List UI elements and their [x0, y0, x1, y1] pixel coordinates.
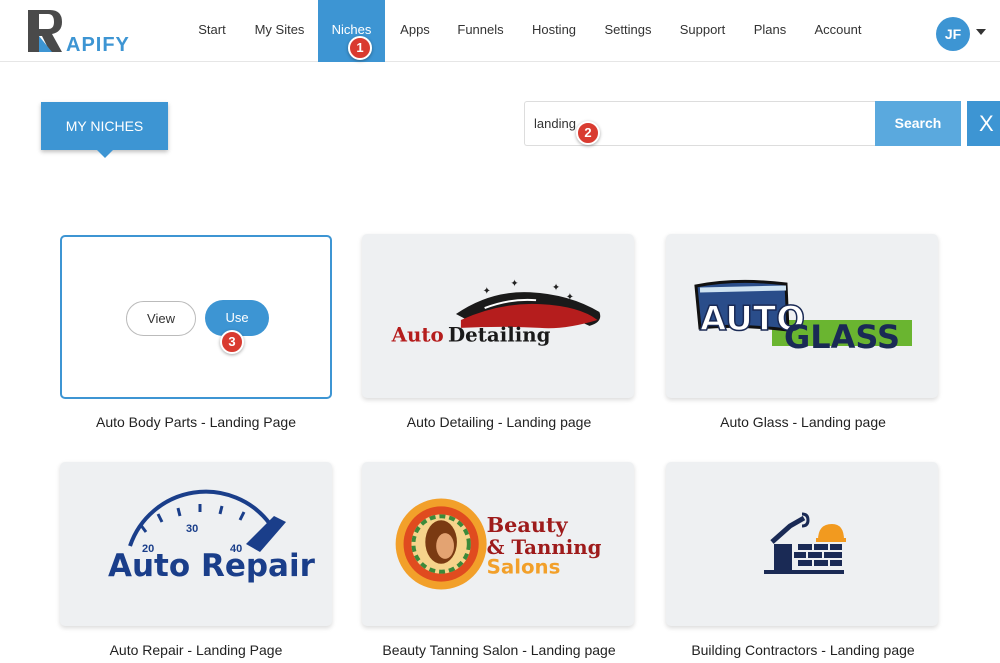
my-niches-label: MY NICHES — [41, 102, 168, 158]
step-marker-1: 1 — [348, 36, 372, 60]
logo-word-salons: Salons — [487, 556, 561, 579]
niche-label: Auto Body Parts - Landing Page — [95, 414, 297, 430]
niche-label: Auto Detailing - Landing page — [406, 414, 592, 430]
building-contractors-logo — [764, 512, 846, 574]
rapify-logo[interactable]: APIFY — [26, 10, 146, 54]
beauty-tanning-logo: Beauty & Tanning Salons — [395, 498, 602, 590]
svg-text:✦: ✦ — [552, 282, 560, 293]
user-avatar[interactable]: JF — [936, 17, 970, 51]
nav-funnels[interactable]: Funnels — [452, 0, 509, 62]
search-button[interactable]: Search — [875, 101, 961, 146]
logo-word-detailing: Detailing — [448, 323, 551, 347]
nav-hosting[interactable]: Hosting — [524, 0, 584, 62]
nav-start[interactable]: Start — [189, 0, 235, 62]
svg-text:✦: ✦ — [566, 292, 574, 303]
clear-search-button[interactable]: X — [967, 101, 1000, 146]
gauge-30: 30 — [186, 523, 198, 535]
nav-apps[interactable]: Apps — [393, 0, 437, 62]
chevron-down-icon[interactable] — [976, 29, 986, 35]
view-button[interactable]: View — [126, 301, 196, 336]
nav-account[interactable]: Account — [808, 0, 868, 62]
niche-card-building-contractors[interactable] — [666, 462, 938, 626]
niche-label: Auto Glass - Landing page — [720, 414, 886, 430]
svg-text:✦: ✦ — [510, 278, 518, 289]
search-input[interactable] — [524, 101, 875, 146]
logo-word-auto: Auto — [391, 323, 444, 347]
top-nav: APIFY Start My Sites Niches Apps Funnels… — [0, 0, 1000, 62]
niche-card-auto-detailing[interactable]: ✦ ✦ ✦ ✦ Auto Detailing — [362, 234, 634, 398]
auto-glass-logo: AUTO GLASS — [694, 279, 912, 356]
niche-label: Building Contractors - Landing page — [691, 642, 915, 658]
nav-plans[interactable]: Plans — [748, 0, 792, 62]
nav-support[interactable]: Support — [673, 0, 732, 62]
step-marker-2: 2 — [576, 121, 600, 145]
niche-card-auto-glass[interactable]: AUTO GLASS — [666, 234, 938, 398]
niche-card-auto-repair[interactable]: 20 30 40 Auto Repair — [60, 462, 332, 626]
auto-repair-logo: 20 30 40 Auto Repair — [108, 489, 316, 584]
svg-text:APIFY: APIFY — [66, 34, 130, 54]
niche-card-auto-body-parts[interactable]: View Use — [60, 235, 332, 399]
auto-detailing-logo: ✦ ✦ ✦ ✦ Auto Detailing — [391, 278, 601, 347]
svg-text:✦: ✦ — [483, 286, 491, 297]
niche-label: Beauty Tanning Salon - Landing page — [382, 642, 616, 658]
step-marker-3: 3 — [220, 330, 244, 354]
logo-word-glass: GLASS — [784, 318, 900, 356]
nav-settings[interactable]: Settings — [598, 0, 658, 62]
logo-word-auto-repair: Auto Repair — [108, 548, 316, 584]
nav-my-sites[interactable]: My Sites — [248, 0, 311, 62]
niche-card-beauty-tanning[interactable]: Beauty & Tanning Salons — [362, 462, 634, 626]
niche-label: Auto Repair - Landing Page — [109, 642, 283, 658]
logo-word-beauty: Beauty — [487, 512, 569, 537]
